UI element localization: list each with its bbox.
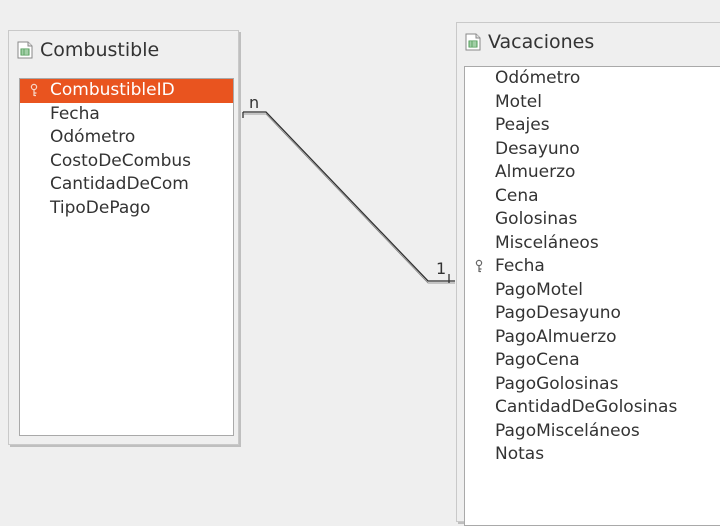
field-row[interactable]: Cena <box>465 185 720 209</box>
relation-line[interactable] <box>242 111 455 284</box>
field-label: Misceláneos <box>495 232 599 253</box>
field-label: CantidadDeCom <box>50 174 189 194</box>
field-label: CantidadDeGolosinas <box>495 397 678 417</box>
field-label: CombustibleID <box>50 80 175 100</box>
field-row[interactable]: PagoMisceláneos <box>465 420 720 444</box>
vacaciones-title: Vacaciones <box>488 31 595 53</box>
field-row[interactable]: PagoAlmuerzo <box>465 326 720 350</box>
field-row[interactable]: Notas <box>465 443 720 467</box>
field-label: TipoDePago <box>50 197 151 218</box>
field-label: Fecha <box>50 103 100 124</box>
combustible-table-window[interactable]: Combustible CombustibleID Fecha Odómetro Co… <box>8 30 239 445</box>
field-row[interactable]: Motel <box>465 91 720 115</box>
vacaciones-table-window[interactable]: Vacaciones Odómetro Motel Peajes Desayuno Al… <box>456 22 720 526</box>
field-row[interactable]: CantidadDeGolosinas <box>465 396 720 420</box>
field-row[interactable]: TipoDePago <box>20 197 233 221</box>
field-label: PagoMotel <box>495 279 584 300</box>
field-label: PagoMisceláneos <box>495 420 640 441</box>
field-label: Odómetro <box>495 68 581 88</box>
vacaciones-field-list[interactable]: Odómetro Motel Peajes Desayuno Almuerzo Cena G… <box>464 66 720 526</box>
field-label: Cena <box>495 185 539 206</box>
field-row[interactable]: CantidadDeCom <box>20 173 233 197</box>
field-label: Golosinas <box>495 209 578 229</box>
table-icon <box>465 33 481 51</box>
field-label: Odómetro <box>50 127 136 147</box>
field-row[interactable]: Odómetro <box>20 126 233 150</box>
field-label: PagoAlmuerzo <box>495 326 617 347</box>
field-label: CostoDeCombus <box>50 150 191 171</box>
table-icon <box>17 41 33 59</box>
field-row[interactable]: Fecha <box>20 103 233 127</box>
key-icon <box>475 259 483 273</box>
field-row[interactable]: PagoGolosinas <box>465 373 720 397</box>
field-row[interactable]: Desayuno <box>465 138 720 162</box>
field-row[interactable]: Almuerzo <box>465 161 720 185</box>
field-label: PagoCena <box>495 350 580 370</box>
field-row[interactable]: Odómetro <box>465 67 720 91</box>
key-icon <box>30 83 38 97</box>
combustible-title-bar[interactable]: Combustible <box>9 31 238 69</box>
field-row[interactable]: PagoMotel <box>465 279 720 303</box>
field-label: Notas <box>495 444 545 464</box>
field-row[interactable]: PagoCena <box>465 349 720 373</box>
vacaciones-title-bar[interactable]: Vacaciones <box>457 23 720 61</box>
field-row[interactable]: CostoDeCombus <box>20 150 233 174</box>
field-row[interactable]: Fecha <box>465 255 720 279</box>
field-label: Fecha <box>495 256 545 276</box>
combustible-title: Combustible <box>40 39 160 61</box>
combustible-field-list[interactable]: CombustibleID Fecha Odómetro CostoDeCombus C… <box>19 78 234 436</box>
field-row[interactable]: Peajes <box>465 114 720 138</box>
field-label: Almuerzo <box>495 162 576 182</box>
cardinality-1-label: 1 <box>436 259 446 278</box>
field-label: Peajes <box>495 115 550 135</box>
cardinality-n-label: n <box>249 93 259 112</box>
field-label: Motel <box>495 91 542 112</box>
field-row[interactable]: Golosinas <box>465 208 720 232</box>
field-row[interactable]: PagoDesayuno <box>465 302 720 326</box>
field-label: Desayuno <box>495 138 580 159</box>
field-row[interactable]: CombustibleID <box>20 79 233 103</box>
field-row[interactable]: Misceláneos <box>465 232 720 256</box>
field-label: PagoGolosinas <box>495 373 619 394</box>
field-label: PagoDesayuno <box>495 303 621 323</box>
